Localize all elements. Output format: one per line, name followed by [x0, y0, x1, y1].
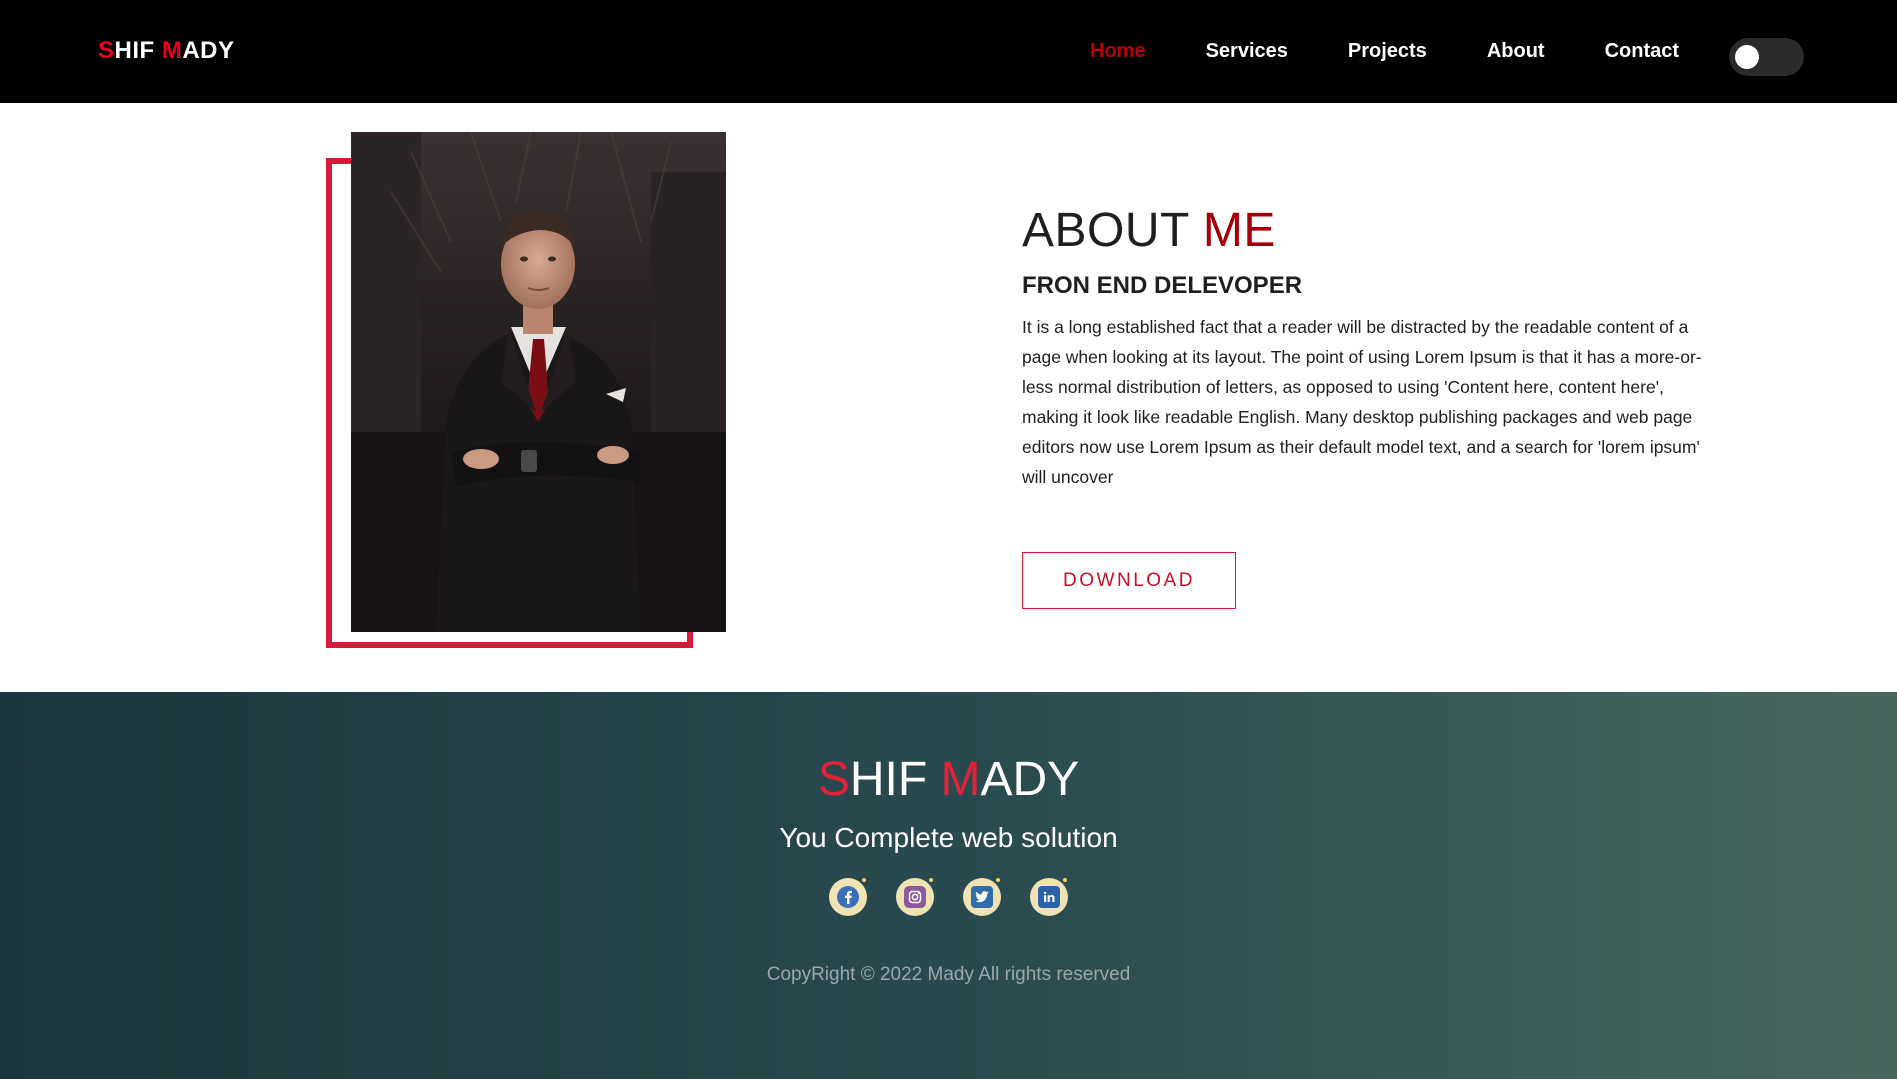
- facebook-icon: [837, 886, 859, 908]
- about-subtitle: FRON END DELEVOPER: [1022, 272, 1303, 299]
- site-logo[interactable]: SHIF MADY: [98, 37, 235, 65]
- instagram-icon: [904, 886, 926, 908]
- linkedin-icon: [1038, 886, 1060, 908]
- instagram-link[interactable]: [896, 878, 934, 916]
- facebook-link[interactable]: [829, 878, 867, 916]
- nav-menu: Home Services Projects About Contact: [1090, 40, 1739, 63]
- nav-link-projects[interactable]: Projects: [1348, 40, 1427, 63]
- about-text: ABOUT ME FRON END DELEVOPER It is a long…: [1022, 203, 1712, 492]
- linkedin-link[interactable]: [1030, 878, 1068, 916]
- nav-link-services[interactable]: Services: [1206, 40, 1288, 63]
- navbar: SHIF MADY Home Services Projects About C…: [0, 0, 1897, 103]
- twitter-link[interactable]: [963, 878, 1001, 916]
- nav-link-contact[interactable]: Contact: [1605, 40, 1679, 63]
- download-button[interactable]: DOWNLOAD: [1022, 552, 1236, 609]
- footer: SHIF MADY You Complete web solution Copy…: [0, 692, 1897, 1079]
- about-title: ABOUT ME: [1022, 204, 1276, 257]
- nav-link-home[interactable]: Home: [1090, 40, 1146, 63]
- about-description: It is a long established fact that a rea…: [1022, 317, 1702, 487]
- theme-toggle[interactable]: [1729, 38, 1804, 76]
- profile-photo-illustration: [351, 132, 726, 632]
- profile-photo: [351, 132, 726, 632]
- footer-logo[interactable]: SHIF MADY: [0, 752, 1897, 807]
- social-links: [829, 878, 1097, 916]
- about-section: ABOUT ME FRON END DELEVOPER It is a long…: [0, 103, 1897, 692]
- twitter-icon: [971, 886, 993, 908]
- theme-toggle-knob: [1735, 45, 1759, 69]
- copyright-text: CopyRight © 2022 Mady All rights reserve…: [766, 964, 1131, 985]
- nav-link-about[interactable]: About: [1487, 40, 1545, 63]
- footer-tagline: You Complete web solution: [779, 822, 1118, 853]
